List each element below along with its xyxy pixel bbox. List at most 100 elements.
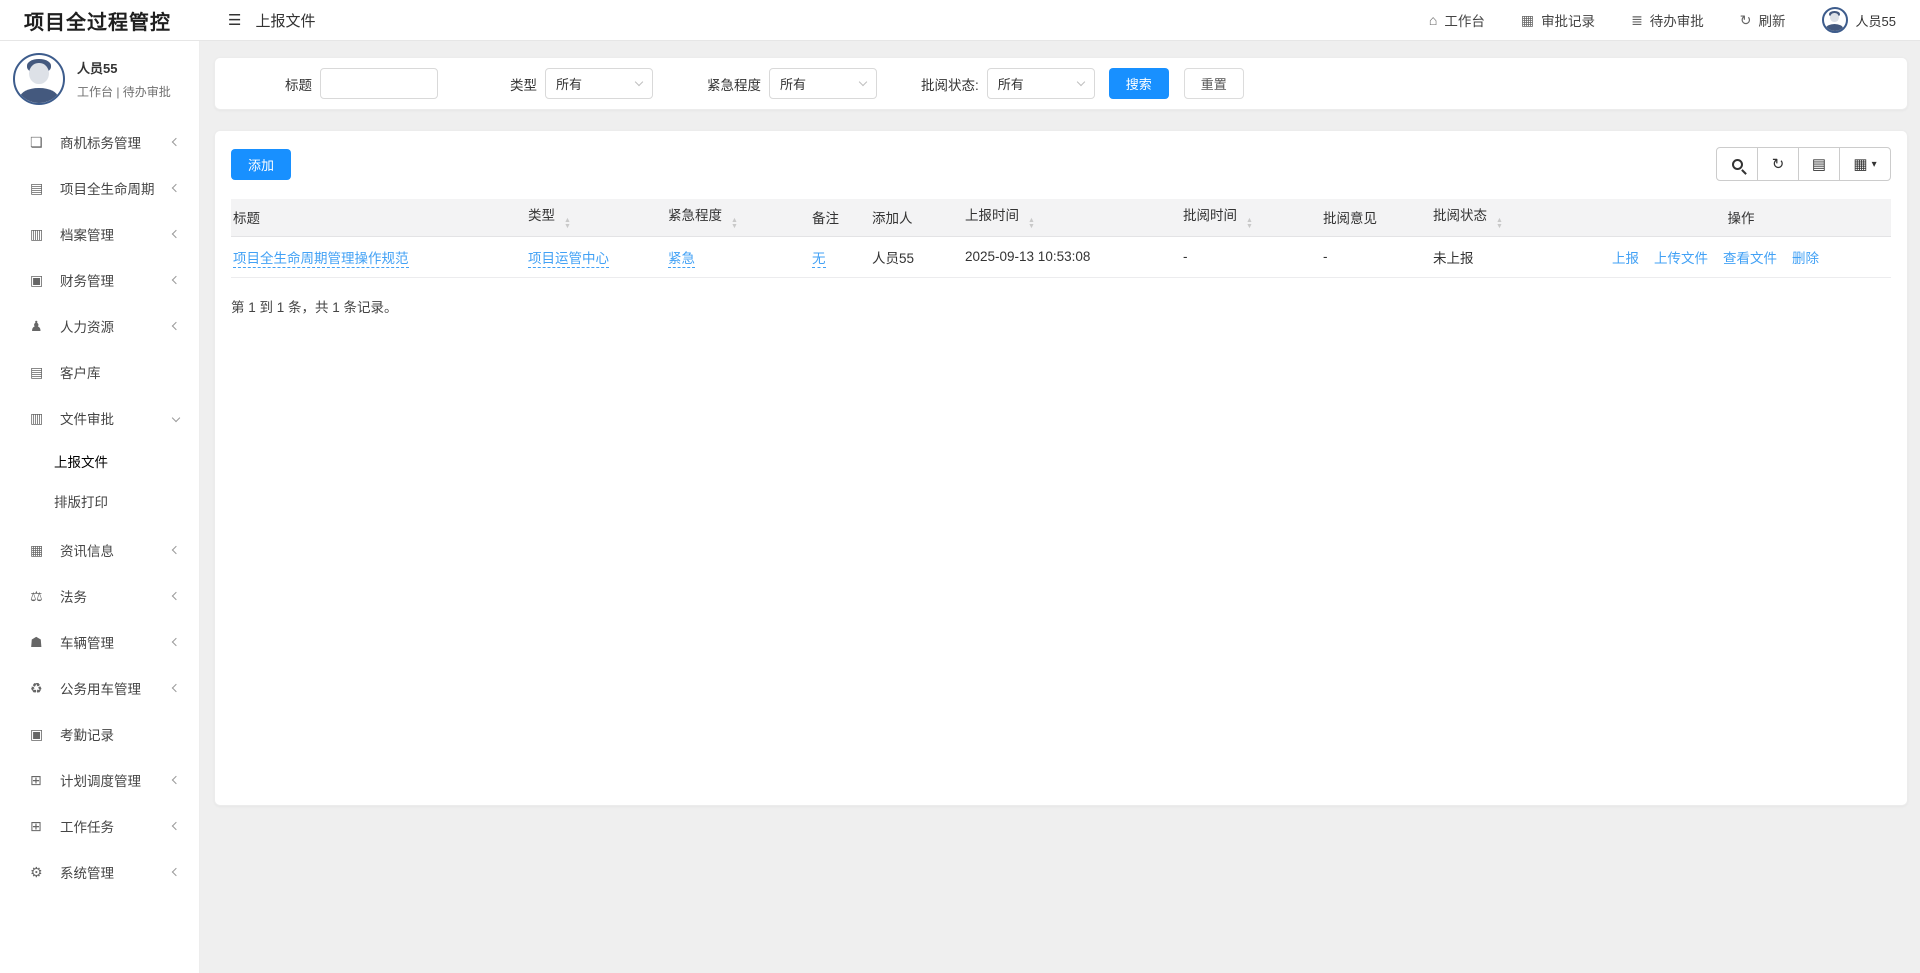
column-header-label: 备注 xyxy=(812,211,839,226)
cell-creator: 人员55 xyxy=(870,236,963,277)
chevron-left-icon xyxy=(172,776,180,784)
nav-item-label: 刷新 xyxy=(1759,10,1786,30)
cell-review-time: - xyxy=(1181,236,1321,277)
sidebar-item-business-bidding[interactable]: ❏商机标务管理 xyxy=(0,119,199,165)
sidebar-item-legal[interactable]: ⚖法务 xyxy=(0,573,199,619)
table-row: 项目全生命周期管理操作规范项目运管中心紧急无人员552025-09-13 10:… xyxy=(231,236,1891,277)
sidebar-item-work-tasks[interactable]: ⊞工作任务 xyxy=(0,803,199,849)
recycle-icon: ♻ xyxy=(30,680,60,697)
sidebar-item-customer-library[interactable]: ▤客户库 xyxy=(0,349,199,395)
column-header-urgency[interactable]: 紧急程度▲▼ xyxy=(666,199,810,236)
sidebar-item-archive-management[interactable]: ▥档案管理 xyxy=(0,211,199,257)
nav-item-pending-approvals[interactable]: ≣待办审批 xyxy=(1631,10,1704,30)
cell-link-urgency[interactable]: 紧急 xyxy=(668,251,695,268)
chevron-left-icon xyxy=(172,592,180,600)
submenu-document-approval: 上报文件排版打印 xyxy=(0,441,199,527)
cell-link-remark[interactable]: 无 xyxy=(812,251,826,268)
type-filter-select[interactable]: 所有 xyxy=(545,68,653,99)
type-filter-value: 所有 xyxy=(556,74,582,93)
calendar-grid-icon: ⊞ xyxy=(30,818,60,835)
status-filter-select[interactable]: 所有 xyxy=(987,68,1095,99)
topbar-user[interactable]: 人员55 xyxy=(1822,7,1896,33)
column-header-review-time[interactable]: 批阅时间▲▼ xyxy=(1181,199,1321,236)
chevron-left-icon xyxy=(172,322,180,330)
table-panel: 添加 ↻ ▤ ▦ ▾ 标题类型▲▼紧急程度▲▼备注添加人上报时间▲▼批阅时间▲▼… xyxy=(214,130,1908,806)
status-filter-label: 批阅状态: xyxy=(921,74,979,94)
sidebar-item-vehicle-management[interactable]: ☗车辆管理 xyxy=(0,619,199,665)
table-search-button[interactable] xyxy=(1716,147,1758,181)
column-header-label: 标题 xyxy=(233,211,260,226)
columns-button[interactable]: ▦ ▾ xyxy=(1839,147,1891,181)
users-icon: ♟ xyxy=(30,318,60,335)
calendar-grid-icon: ⊞ xyxy=(30,772,60,789)
cell-link-title[interactable]: 项目全生命周期管理操作规范 xyxy=(233,251,409,268)
cell-link-type[interactable]: 项目运管中心 xyxy=(528,251,609,268)
action-report[interactable]: 上报 xyxy=(1612,247,1639,267)
sidebar-item-attendance-records[interactable]: ▣考勤记录 xyxy=(0,711,199,757)
car-icon: ☗ xyxy=(30,634,60,651)
chevron-left-icon xyxy=(172,546,180,554)
sidebar: 人员55 工作台 | 待办审批 ❏商机标务管理▤项目全生命周期▥档案管理▣财务管… xyxy=(0,41,200,973)
column-header-report-time[interactable]: 上报时间▲▼ xyxy=(963,199,1181,236)
topbar-nav: ⌂工作台 ▦审批记录 ≣待办审批 ↻ 刷新 xyxy=(1429,10,1822,30)
sidebar-item-label: 系统管理 xyxy=(60,862,173,882)
sort-desc-arrow: ▼ xyxy=(1028,224,1035,230)
tasks-icon: ≣ xyxy=(1631,12,1643,29)
column-header-label: 类型 xyxy=(528,208,555,223)
hamburger-menu-icon[interactable]: ☰ xyxy=(228,11,241,29)
chevron-down-icon xyxy=(859,78,867,86)
sidebar-item-official-vehicle-management[interactable]: ♻公务用车管理 xyxy=(0,665,199,711)
add-button[interactable]: 添加 xyxy=(231,149,291,180)
profile-links[interactable]: 工作台 | 待办审批 xyxy=(77,83,171,100)
column-header-remark: 备注 xyxy=(810,199,870,236)
column-header-type[interactable]: 类型▲▼ xyxy=(526,199,666,236)
reset-button[interactable]: 重置 xyxy=(1184,68,1244,99)
chevron-left-icon xyxy=(172,138,180,146)
nav-item-approval-records[interactable]: ▦审批记录 xyxy=(1521,10,1595,30)
sidebar-item-label: 车辆管理 xyxy=(60,632,173,652)
documents-table: 标题类型▲▼紧急程度▲▼备注添加人上报时间▲▼批阅时间▲▼批阅意见批阅状态▲▼操… xyxy=(231,199,1891,278)
sidebar-item-label: 资讯信息 xyxy=(60,540,173,560)
sidebar-item-finance-management[interactable]: ▣财务管理 xyxy=(0,257,199,303)
sidebar-item-system-management[interactable]: ⚙系统管理 xyxy=(0,849,199,895)
address-card-icon: ▤ xyxy=(30,180,60,197)
table-view-controls: ↻ ▤ ▦ ▾ xyxy=(1716,147,1891,181)
refresh-icon: ↻ xyxy=(1772,155,1785,173)
urgency-filter-select[interactable]: 所有 xyxy=(769,68,877,99)
action-view-file[interactable]: 查看文件 xyxy=(1723,247,1777,267)
chevron-down-icon xyxy=(172,414,180,422)
sidebar-item-information[interactable]: ▦资讯信息 xyxy=(0,527,199,573)
sidebar-item-label: 文件审批 xyxy=(60,408,173,428)
nav-item-workbench[interactable]: ⌂工作台 xyxy=(1429,10,1485,30)
action-upload-file[interactable]: 上传文件 xyxy=(1654,247,1708,267)
user-name: 人员55 xyxy=(1856,11,1896,30)
pagination-summary: 第 1 到 1 条，共 1 条记录。 xyxy=(231,296,1891,316)
chevron-left-icon xyxy=(172,684,180,692)
nav-item-label: 审批记录 xyxy=(1541,10,1595,30)
table-refresh-button[interactable]: ↻ xyxy=(1757,147,1799,181)
title-filter-input[interactable] xyxy=(320,68,438,99)
cell-review-status: 未上报 xyxy=(1431,236,1591,277)
sort-desc-arrow: ▼ xyxy=(1496,224,1503,230)
toggle-view-button[interactable]: ▤ xyxy=(1798,147,1840,181)
table-toolbar: 添加 ↻ ▤ ▦ ▾ xyxy=(231,147,1891,181)
list-view-icon: ▤ xyxy=(1812,155,1826,173)
sort-icon: ▲▼ xyxy=(1496,218,1503,230)
sidebar-item-document-approval[interactable]: ▥文件审批 xyxy=(0,395,199,441)
action-delete[interactable]: 删除 xyxy=(1792,247,1819,267)
sidebar-item-human-resources[interactable]: ♟人力资源 xyxy=(0,303,199,349)
nav-item-refresh[interactable]: ↻ 刷新 xyxy=(1740,10,1786,30)
profile-name: 人员55 xyxy=(77,58,171,77)
sidebar-item-schedule-management[interactable]: ⊞计划调度管理 xyxy=(0,757,199,803)
profile-avatar xyxy=(13,53,65,105)
column-header-review-status[interactable]: 批阅状态▲▼ xyxy=(1431,199,1591,236)
search-button[interactable]: 搜索 xyxy=(1109,68,1169,99)
sidebar-item-label: 法务 xyxy=(60,586,173,606)
submenu-item-report-documents[interactable]: 上报文件 xyxy=(0,441,199,481)
sort-icon: ▲▼ xyxy=(1028,218,1035,230)
sidebar-item-project-lifecycle[interactable]: ▤项目全生命周期 xyxy=(0,165,199,211)
refresh-icon: ↻ xyxy=(1740,12,1752,29)
gears-icon: ⚙ xyxy=(30,864,60,881)
sidebar-item-label: 公务用车管理 xyxy=(60,678,173,698)
submenu-item-layout-printing[interactable]: 排版打印 xyxy=(0,481,199,521)
